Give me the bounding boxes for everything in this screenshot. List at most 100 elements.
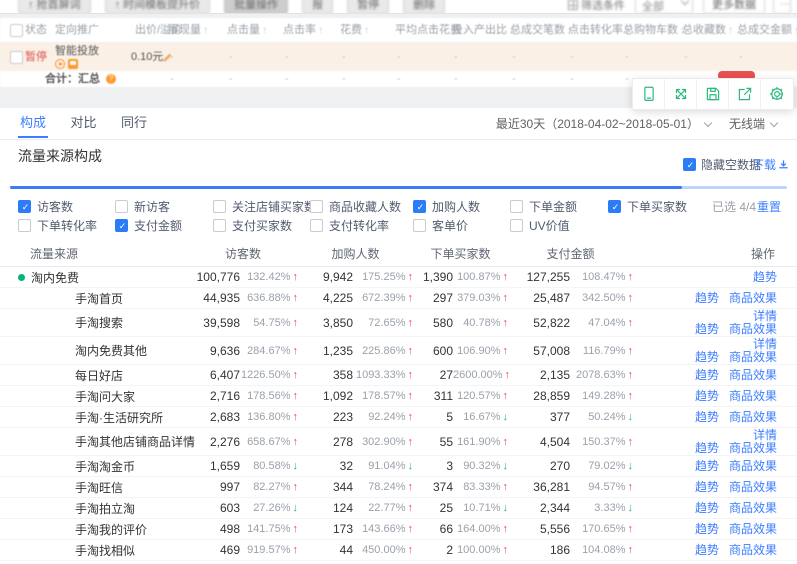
toolbar-button-1[interactable]: ↑ 抢首屏词	[18, 0, 91, 14]
filter-checkbox[interactable]	[213, 219, 226, 232]
toolbar-button-4[interactable]: 报	[302, 0, 333, 14]
column-header-cart: 加购人数	[298, 245, 413, 262]
op-link-product-effect[interactable]: 商品效果	[729, 480, 777, 494]
filter-checkbox[interactable]	[18, 219, 31, 232]
metric-filter-6[interactable]: 下单金额	[510, 198, 577, 215]
toolbar-button-3[interactable]: 批量操作	[224, 0, 288, 14]
op-link-product-effect[interactable]: 商品效果	[729, 410, 777, 424]
fullscreen-button[interactable]	[665, 79, 697, 109]
op-link-trend[interactable]: 趋势	[695, 389, 719, 403]
channel-select[interactable]: 无线端	[729, 115, 777, 132]
op-link-trend[interactable]: 趋势	[695, 543, 719, 557]
empty-value: -	[342, 43, 346, 71]
filter-label: 支付买家数	[232, 217, 292, 234]
hide-empty-checkbox[interactable]	[683, 158, 696, 171]
campaign-column-header[interactable]: 总成交金额↑	[737, 18, 797, 43]
toolbar-button-2[interactable]: ↑ 时间模板提升价	[105, 0, 211, 14]
op-link-detail[interactable]: 详情	[753, 428, 777, 442]
metric-filter-10[interactable]: 支付买家数	[213, 217, 292, 234]
more-data-button[interactable]: 更多数据	[703, 0, 765, 14]
filter-checkbox[interactable]	[18, 200, 31, 213]
metric-filter-8[interactable]: 下单转化率	[18, 217, 97, 234]
metric-filter-3[interactable]: 关注店铺买家数	[213, 198, 316, 215]
campaign-column-header[interactable]: 投入产出比↑	[452, 18, 514, 43]
mobile-preview-button[interactable]	[633, 79, 665, 109]
op-link-trend[interactable]: 趋势	[695, 459, 719, 473]
campaign-column-header[interactable]: 总成交笔数↑	[510, 18, 572, 43]
op-link-product-effect[interactable]: 商品效果	[729, 368, 777, 382]
row-checkbox[interactable]	[10, 51, 23, 64]
metric-filter-4[interactable]: 商品收藏人数	[310, 198, 401, 215]
filter-checkbox[interactable]	[413, 200, 426, 213]
op-link-trend[interactable]: 趋势	[695, 291, 719, 305]
tab-peers[interactable]: 同行	[121, 108, 147, 138]
campaign-column-header[interactable]: 点击量↑	[227, 18, 267, 43]
metric-filter-9[interactable]: 支付金额	[115, 217, 182, 234]
op-link-product-effect[interactable]: 商品效果	[729, 322, 777, 336]
op-link-product-effect[interactable]: 商品效果	[729, 441, 777, 455]
op-link-product-effect[interactable]: 商品效果	[729, 501, 777, 515]
creative-badge-icon[interactable]	[68, 59, 78, 69]
op-link-trend[interactable]: 趋势	[695, 501, 719, 515]
filter-settings-label[interactable]: 筛选条件	[568, 0, 625, 13]
tab-compare[interactable]: 对比	[70, 108, 96, 138]
filter-checkbox[interactable]	[115, 219, 128, 232]
op-link-trend[interactable]: 趋势	[695, 322, 719, 336]
overflow-button[interactable]: ⋯	[773, 0, 791, 14]
op-link-trend[interactable]: 趋势	[695, 522, 719, 536]
metric-filter-12[interactable]: 客单价	[413, 217, 468, 234]
traffic-row: 手淘·生活研究所2,683136.80%↑22392.24%↑516.67%↓3…	[0, 407, 797, 428]
scroll-indicator[interactable]	[10, 186, 787, 189]
op-link-product-effect[interactable]: 商品效果	[729, 350, 777, 364]
settings-button[interactable]	[761, 79, 793, 109]
metric-filter-11[interactable]: 支付转化率	[310, 217, 389, 234]
campaign-column-header[interactable]: 花费↑	[340, 18, 369, 43]
op-link-product-effect[interactable]: 商品效果	[729, 459, 777, 473]
filter-checkbox[interactable]	[608, 200, 621, 213]
campaign-column-header[interactable]: 总收藏数↑	[682, 18, 733, 43]
help-icon[interactable]: ?	[106, 74, 116, 84]
filter-checkbox[interactable]	[115, 200, 128, 213]
op-link-detail[interactable]: 详情	[753, 337, 777, 351]
reset-link[interactable]: 重置	[757, 198, 781, 215]
op-link-trend[interactable]: 趋势	[695, 350, 719, 364]
campaign-column-header[interactable]: 点击转化率↑	[568, 18, 630, 43]
toolbar-button-5[interactable]: 暂停	[347, 0, 389, 14]
play-circle-icon[interactable]	[55, 59, 65, 69]
campaign-name[interactable]: 智能投放	[55, 46, 99, 69]
filter-checkbox[interactable]	[510, 219, 523, 232]
op-link-product-effect[interactable]: 商品效果	[729, 522, 777, 536]
toolbar-button-6[interactable]: 删除	[403, 0, 445, 14]
date-range-select[interactable]: 最近30天（2018-04-02~2018-05-01）	[496, 115, 711, 132]
metric-filter-13[interactable]: UV价值	[510, 217, 570, 234]
filter-checkbox[interactable]	[310, 219, 323, 232]
campaign-column-header[interactable]: 点击率↑	[283, 18, 323, 43]
op-link-product-effect[interactable]: 商品效果	[729, 543, 777, 557]
toolbar-select[interactable]: 全部	[635, 0, 693, 14]
metric-filter-2[interactable]: 新访客	[115, 198, 170, 215]
metric-value: 3,850	[298, 316, 353, 330]
filter-checkbox[interactable]	[510, 200, 523, 213]
share-button[interactable]	[729, 79, 761, 109]
campaign-column-header[interactable]: 展现量↑	[168, 18, 208, 43]
select-all-checkbox[interactable]	[10, 24, 23, 37]
filter-checkbox[interactable]	[310, 200, 323, 213]
tab-composition[interactable]: 构成	[20, 108, 46, 138]
metric-filter-1[interactable]: 访客数	[18, 198, 73, 215]
op-link-trend[interactable]: 趋势	[695, 480, 719, 494]
filter-checkbox[interactable]	[413, 219, 426, 232]
op-link-trend[interactable]: 趋势	[695, 410, 719, 424]
op-link-trend[interactable]: 趋势	[695, 368, 719, 382]
op-link-detail[interactable]: 详情	[753, 309, 777, 323]
save-button[interactable]	[697, 79, 729, 109]
hide-empty-toggle[interactable]: 隐藏空数据	[683, 156, 761, 173]
campaign-column-header[interactable]: 总购物车数↑	[623, 18, 685, 43]
op-link-trend[interactable]: 趋势	[753, 270, 777, 284]
metric-filter-7[interactable]: 下单买家数	[608, 198, 687, 215]
op-link-trend[interactable]: 趋势	[695, 441, 719, 455]
op-link-product-effect[interactable]: 商品效果	[729, 389, 777, 403]
filter-checkbox[interactable]	[213, 200, 226, 213]
metric-filter-5[interactable]: 加购人数	[413, 198, 480, 215]
op-link-product-effect[interactable]: 商品效果	[729, 291, 777, 305]
download-link[interactable]: 下载	[752, 156, 789, 173]
